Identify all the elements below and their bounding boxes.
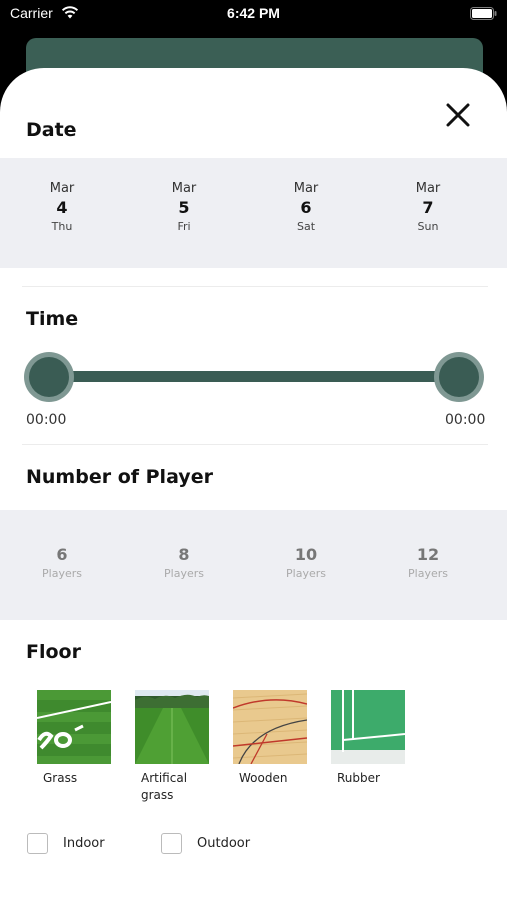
date-day: 6 xyxy=(300,198,312,217)
floor-label: Wooden xyxy=(239,771,288,785)
date-month: Mar xyxy=(49,181,75,196)
date-day: 5 xyxy=(178,198,190,217)
time-section-title: Time xyxy=(26,308,79,330)
player-count: 10 xyxy=(294,545,318,564)
floor-label: Grass xyxy=(43,771,78,785)
battery-icon xyxy=(470,7,497,20)
status-bar: Carrier 6:42 PM xyxy=(0,0,507,30)
close-icon[interactable] xyxy=(444,101,472,129)
date-option-2[interactable]: Mar 5 Fri xyxy=(144,180,224,235)
floor-label: Artifical grass xyxy=(141,771,188,802)
player-unit: Players xyxy=(42,567,82,580)
indoor-label: Indoor xyxy=(63,836,105,851)
date-option-4[interactable]: Mar 7 Sun xyxy=(388,180,468,235)
date-weekday: Fri xyxy=(177,220,191,233)
date-month: Mar xyxy=(415,181,441,196)
player-count: 6 xyxy=(56,545,68,564)
outdoor-checkbox[interactable] xyxy=(161,833,182,854)
player-unit: Players xyxy=(408,567,448,580)
time-start-handle[interactable] xyxy=(24,352,74,402)
players-section-title: Number of Player xyxy=(26,466,213,488)
rubber-court-photo xyxy=(331,690,405,764)
date-section-title: Date xyxy=(26,119,77,141)
date-picker-strip: Mar 4 Thu Mar 5 Fri Mar 6 Sat Mar 7 Sun xyxy=(0,158,507,268)
floor-option-grass[interactable]: Grass xyxy=(37,690,113,787)
date-day: 7 xyxy=(422,198,434,217)
time-range-track[interactable] xyxy=(48,371,458,382)
date-day: 4 xyxy=(56,198,68,217)
time-end-handle[interactable] xyxy=(434,352,484,402)
indoor-checkbox[interactable] xyxy=(27,833,48,854)
date-month: Mar xyxy=(171,181,197,196)
player-unit: Players xyxy=(164,567,204,580)
floor-section-title: Floor xyxy=(26,641,81,663)
players-picker-strip: 6 Players 8 Players 10 Players 12 Player… xyxy=(0,510,507,620)
time-end-label: 00:00 xyxy=(445,412,486,428)
time-start-label: 00:00 xyxy=(26,412,67,428)
players-option-10[interactable]: 10 Players xyxy=(266,544,346,582)
player-count: 8 xyxy=(178,545,190,564)
section-divider xyxy=(22,444,488,445)
floor-option-rubber[interactable]: Rubber xyxy=(331,690,407,787)
date-weekday: Thu xyxy=(51,220,73,233)
players-option-8[interactable]: 8 Players xyxy=(144,544,224,582)
artificial-grass-field-photo xyxy=(135,690,209,764)
date-weekday: Sun xyxy=(417,220,439,233)
date-month: Mar xyxy=(293,181,319,196)
player-unit: Players xyxy=(286,567,326,580)
floor-label: Rubber xyxy=(337,771,380,785)
section-divider xyxy=(22,286,488,287)
date-option-3[interactable]: Mar 6 Sat xyxy=(266,180,346,235)
wooden-court-photo xyxy=(233,690,307,764)
player-count: 12 xyxy=(416,545,440,564)
floor-option-artificial-grass[interactable]: Artifical grass xyxy=(135,690,211,804)
grass-field-photo xyxy=(37,690,111,764)
players-option-6[interactable]: 6 Players xyxy=(22,544,102,582)
date-weekday: Sat xyxy=(296,220,316,233)
outdoor-label: Outdoor xyxy=(197,836,251,851)
floor-option-wooden[interactable]: Wooden xyxy=(233,690,309,787)
players-option-12[interactable]: 12 Players xyxy=(388,544,468,582)
status-time: 6:42 PM xyxy=(227,5,280,21)
date-option-1[interactable]: Mar 4 Thu xyxy=(22,180,102,235)
